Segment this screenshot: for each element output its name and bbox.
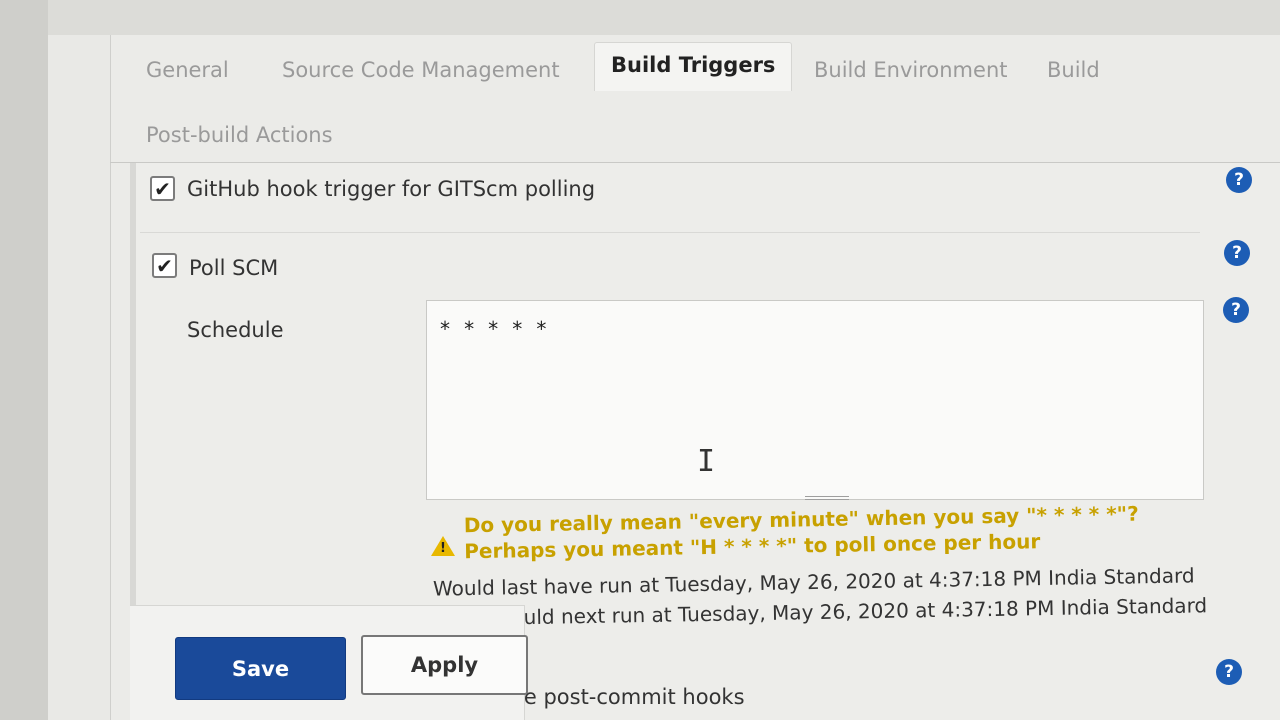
text-cursor-icon: I <box>697 444 716 479</box>
github-hook-label: GitHub hook trigger for GITScm polling <box>187 177 596 201</box>
tab-general[interactable]: General <box>146 58 229 82</box>
tab-source-code-management[interactable]: Source Code Management <box>282 58 560 82</box>
help-icon-poll-scm[interactable]: ? <box>1224 240 1250 266</box>
tab-build[interactable]: Build <box>1047 58 1100 82</box>
poll-scm-label: Poll SCM <box>189 256 279 280</box>
left-strip <box>48 35 110 720</box>
tab-post-build-actions[interactable]: Post-build Actions <box>146 123 333 147</box>
tab-build-triggers[interactable]: Build Triggers <box>594 42 793 91</box>
schedule-label: Schedule <box>187 318 284 342</box>
save-button[interactable]: Save <box>175 637 346 700</box>
apply-button[interactable]: Apply <box>361 635 528 695</box>
left-gutter <box>0 0 48 720</box>
warning-icon: ! <box>431 536 455 556</box>
help-icon-ignore-hooks[interactable]: ? <box>1216 659 1242 685</box>
help-icon-github-hook[interactable]: ? <box>1226 167 1252 193</box>
row-divider <box>140 232 1200 233</box>
schedule-textarea[interactable] <box>426 300 1204 500</box>
help-icon-schedule[interactable]: ? <box>1223 297 1249 323</box>
textarea-resize-handle[interactable] <box>805 496 849 500</box>
poll-scm-checkbox[interactable]: ✔ <box>152 253 177 278</box>
github-hook-checkbox[interactable]: ✔ <box>150 176 175 201</box>
tab-build-environment[interactable]: Build Environment <box>814 58 1007 82</box>
